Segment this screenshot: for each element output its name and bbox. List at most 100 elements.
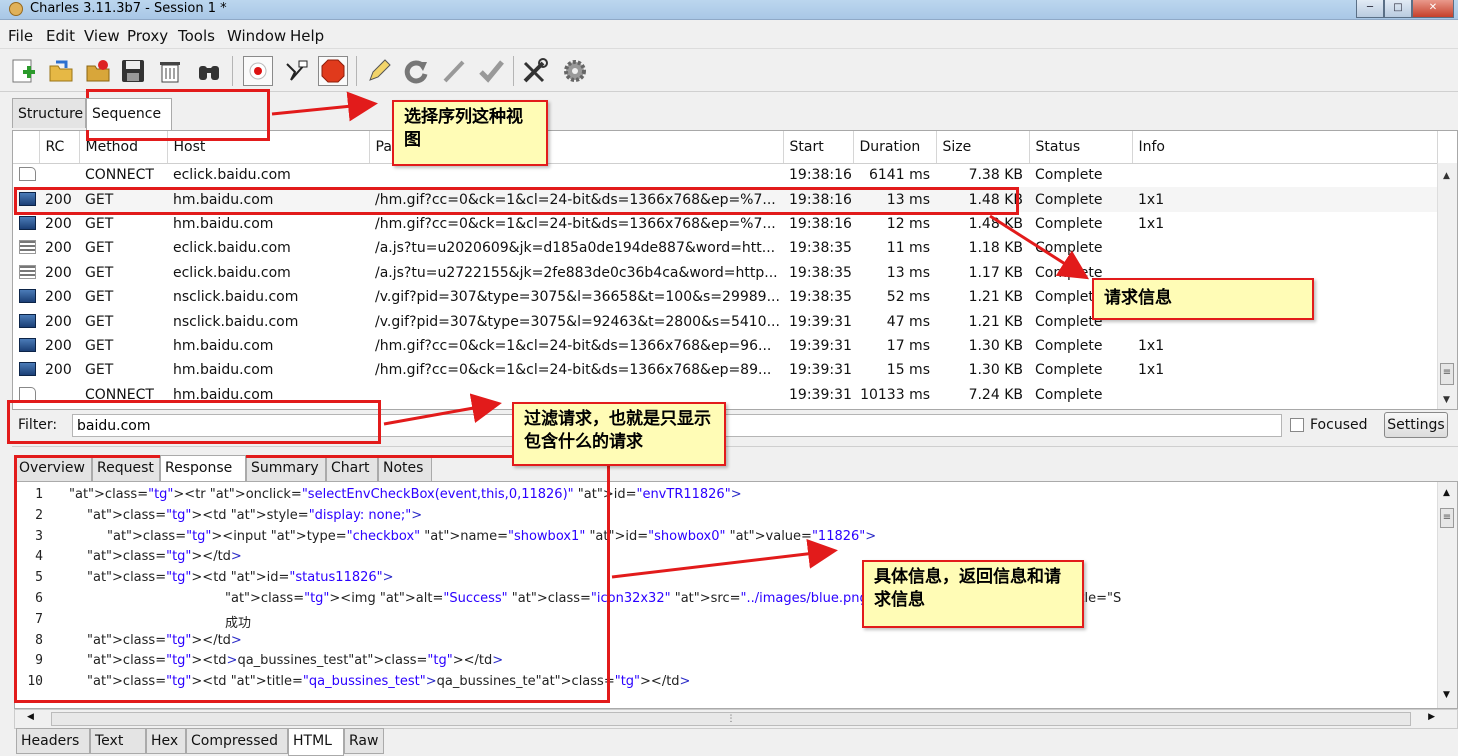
tools-icon[interactable] [520, 56, 550, 86]
code-line: "at">class="tg"><td "at">title="qa_bussi… [87, 674, 691, 690]
table-row[interactable]: 200 GET hm.baidu.com/hm.gif?cc=0&ck=1&cl=2… [13, 187, 1437, 212]
scroll-right-icon[interactable]: ▶ [1428, 712, 1435, 722]
tab-summary[interactable]: Summary [246, 455, 326, 481]
toolbar-separator [513, 56, 514, 86]
minimize-icon[interactable]: ─ [1356, 0, 1384, 18]
menu-help[interactable]: Help [290, 27, 324, 45]
response-html-viewer[interactable]: 1 2 3 4 5 6 7 8 9 10 "at">class="tg"><tr "at">onc… [14, 481, 1458, 709]
cell-rc: 200 [39, 187, 79, 212]
cell-status: Complete [1035, 386, 1103, 403]
cell-path: /a.js?tu=u2020609&jk=d185a0de194de887&wo… [375, 240, 776, 257]
window-controls: ─ □ ✕ [1356, 0, 1454, 18]
cell-info: 1x1 [1138, 362, 1165, 379]
column-duration[interactable]: Duration [853, 131, 937, 164]
settings-gear-icon[interactable] [560, 56, 590, 86]
toolbar [0, 50, 1458, 92]
column-host[interactable]: Host [167, 131, 370, 164]
row-icon-cell [13, 163, 39, 187]
charles-app-icon [9, 2, 23, 16]
tab-sequence[interactable]: Sequence [86, 98, 172, 130]
scroll-down-icon[interactable]: ▼ [1443, 690, 1450, 700]
new-session-icon[interactable] [9, 56, 39, 86]
find-binoculars-icon[interactable] [194, 56, 224, 86]
column-status[interactable]: Status [1029, 131, 1133, 164]
cell-size: 1.18 KB [968, 240, 1023, 257]
scroll-left-icon[interactable]: ◀ [27, 712, 34, 722]
scroll-thumb[interactable]: ≡ [1440, 363, 1454, 385]
tab-response[interactable]: Response [160, 455, 246, 481]
settings-button[interactable]: Settings [1384, 412, 1448, 438]
sequence-panel: RC Method Host Path Start Duration Size … [12, 130, 1458, 410]
tab-headers[interactable]: Headers [16, 728, 90, 754]
menu-edit[interactable]: Edit [46, 27, 75, 45]
save-icon[interactable] [118, 56, 148, 86]
cell-start: 19:38:35 [789, 240, 852, 257]
menu-tools[interactable]: Tools [178, 27, 215, 45]
cell-method: GET [85, 289, 114, 306]
trash-icon[interactable] [155, 56, 185, 86]
cell-host: nsclick.baidu.com [173, 313, 299, 330]
tab-hex[interactable]: Hex [146, 728, 186, 754]
scroll-down-icon[interactable]: ▼ [1443, 395, 1450, 405]
cell-status: Complete [1035, 167, 1103, 184]
breakpoints-icon[interactable] [318, 56, 348, 86]
tab-raw[interactable]: Raw [344, 728, 384, 754]
column-rc[interactable]: RC [39, 131, 80, 164]
scroll-thumb[interactable]: ⋮ [51, 712, 1411, 726]
cell-rc: 200 [45, 362, 72, 379]
menu-file[interactable]: File [8, 27, 33, 45]
table-row[interactable]: 200 GET hm.baidu.com/hm.gif?cc=0&ck=1&cl=2… [13, 358, 1437, 382]
menu-view[interactable]: View [84, 27, 120, 45]
scroll-thumb[interactable]: ≡ [1440, 508, 1454, 528]
throttle-icon[interactable] [281, 56, 311, 86]
table-row[interactable]: 200 GET eclick.baidu.com/a.js?tu=u2020609&… [13, 236, 1437, 260]
compose-pen-icon[interactable] [364, 56, 394, 86]
tab-structure[interactable]: Structure [12, 98, 86, 128]
open-session-icon[interactable] [46, 56, 76, 86]
line-number: 7 [35, 611, 43, 627]
cell-start: 19:38:16 [789, 215, 852, 232]
column-info[interactable]: Info [1132, 131, 1438, 164]
request-table: RC Method Host Path Start Duration Size … [13, 131, 1438, 407]
focused-checkbox[interactable] [1290, 418, 1304, 432]
table-row[interactable]: 200 GET hm.baidu.com/hm.gif?cc=0&ck=1&cl=2… [13, 212, 1437, 236]
table-scrollbar[interactable]: ▲ ≡ ▼ [1437, 163, 1457, 409]
tab-request[interactable]: Request [92, 455, 160, 481]
tab-overview[interactable]: Overview [14, 455, 92, 481]
cell-start: 19:38:16 [783, 187, 853, 212]
split-divider[interactable] [12, 446, 1458, 450]
cell-path: /hm.gif?cc=0&ck=1&cl=24-bit&ds=1366x768&… [375, 215, 776, 232]
row-icon-cell [13, 212, 39, 236]
tab-text[interactable]: Text [90, 728, 146, 754]
row-icon-cell [13, 334, 39, 358]
cell-start: 19:39:31 [789, 313, 852, 330]
cell-method: GET [85, 264, 114, 281]
maximize-icon[interactable]: □ [1384, 0, 1412, 18]
tab-chart[interactable]: Chart [326, 455, 378, 481]
cell-info: 1x1 [1138, 215, 1165, 232]
close-session-icon[interactable] [83, 56, 113, 86]
menu-window[interactable]: Window [227, 27, 286, 45]
repeat-icon[interactable] [401, 56, 431, 86]
scroll-up-icon[interactable]: ▲ [1443, 488, 1450, 498]
tab-html[interactable]: HTML [288, 728, 344, 756]
cell-start: 19:38:35 [789, 264, 852, 281]
validate-check-icon[interactable] [476, 56, 506, 86]
editor-vertical-scrollbar[interactable]: ▲ ≡ ▼ [1437, 482, 1457, 708]
line-number: 9 [35, 653, 43, 669]
close-icon[interactable]: ✕ [1412, 0, 1454, 18]
column-size[interactable]: Size [936, 131, 1030, 164]
table-row[interactable]: CONNECT eclick.baidu.com 19:38:16 6141 ms 7.… [13, 163, 1437, 187]
column-start[interactable]: Start [783, 131, 854, 164]
table-row[interactable]: 200 GET hm.baidu.com/hm.gif?cc=0&ck=1&cl=2… [13, 334, 1437, 358]
scroll-up-icon[interactable]: ▲ [1443, 171, 1450, 181]
tab-compressed[interactable]: Compressed [186, 728, 288, 754]
record-icon[interactable] [243, 56, 273, 86]
cell-duration: 6141 ms [868, 167, 930, 184]
menu-proxy[interactable]: Proxy [127, 27, 168, 45]
edit-pencil-icon[interactable] [439, 56, 469, 86]
body-tabs: Headers Text Hex Compressed HTML Raw [16, 728, 416, 756]
column-method[interactable]: Method [79, 131, 168, 164]
tab-notes[interactable]: Notes [378, 455, 432, 481]
editor-horizontal-scrollbar[interactable]: ◀ ⋮ ▶ [14, 709, 1458, 729]
